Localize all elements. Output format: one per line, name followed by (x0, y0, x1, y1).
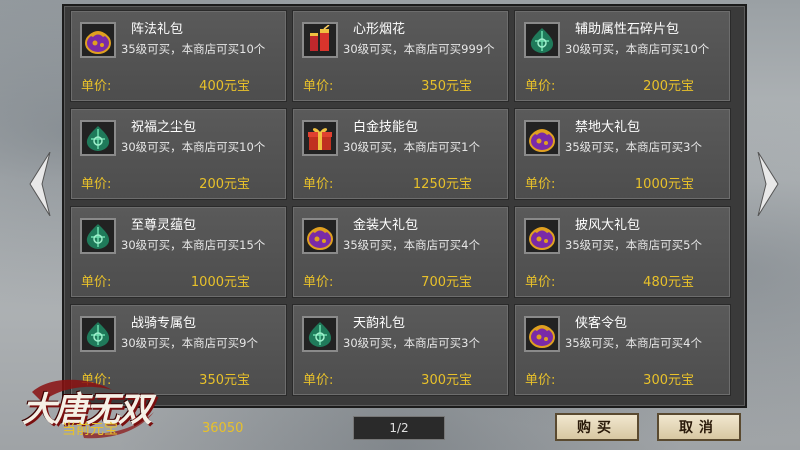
item-name: 禁地大礼包 (575, 120, 641, 135)
shop-item-card[interactable]: 祝福之尘包 30级可买，本商店可买10个单价: 200元宝 (70, 108, 287, 200)
green-bag-icon[interactable] (80, 316, 116, 352)
current-currency-label: 当前元宝 (62, 422, 118, 438)
next-page-arrow-icon[interactable] (756, 152, 780, 216)
price-label: 单价: (303, 177, 334, 192)
item-requirement: 35级可买，本商店可买4个 (565, 336, 702, 350)
item-requirement: 35级可买，本商店可买3个 (565, 140, 702, 154)
green-bag-icon[interactable] (80, 218, 116, 254)
shop-item-card[interactable]: 心形烟花 30级可买，本商店可买999个单价: 350元宝 (292, 10, 509, 102)
price-value: 480元宝 (643, 275, 694, 290)
item-requirement: 30级可买，本商店可买10个 (565, 42, 710, 56)
item-name: 辅助属性石碎片包 (575, 22, 680, 37)
item-requirement: 30级可买，本商店可买999个 (343, 42, 495, 56)
shop-item-card[interactable]: 辅助属性石碎片包 30级可买，本商店可买10个单价: 200元宝 (514, 10, 731, 102)
shop-item-card[interactable]: 阵法礼包 35级可买，本商店可买10个单价: 400元宝 (70, 10, 287, 102)
price-label: 单价: (525, 79, 556, 94)
price-label: 单价: (303, 79, 334, 94)
page-indicator: 1/2 (353, 416, 445, 440)
green-bag-icon[interactable] (80, 120, 116, 156)
item-name: 战骑专属包 (131, 316, 197, 331)
current-currency-value: 36050 (202, 421, 244, 436)
green-bag-icon[interactable] (302, 316, 338, 352)
price-label: 单价: (303, 275, 334, 290)
shop-item-card[interactable]: 天韵礼包 30级可买，本商店可买3个单价: 300元宝 (292, 304, 509, 396)
purple-gift-bag-icon[interactable] (524, 316, 560, 352)
price-value: 300元宝 (421, 373, 472, 388)
shop-item-card[interactable]: 披风大礼包 35级可买，本商店可买5个单价: 480元宝 (514, 206, 731, 298)
price-value: 200元宝 (643, 79, 694, 94)
price-label: 单价: (525, 275, 556, 290)
green-bag-icon[interactable] (524, 22, 560, 58)
buy-button[interactable]: 购买 (555, 413, 639, 441)
item-name: 心形烟花 (353, 22, 406, 37)
price-label: 单价: (303, 373, 334, 388)
shop-item-card[interactable]: 至尊灵蕴包 30级可买，本商店可买15个单价: 1000元宝 (70, 206, 287, 298)
gift-box-icon[interactable] (302, 120, 338, 156)
price-value: 1000元宝 (190, 275, 250, 290)
price-label: 单价: (81, 79, 112, 94)
price-value: 700元宝 (421, 275, 472, 290)
firework-icon[interactable] (302, 22, 338, 58)
shop-item-grid: 阵法礼包 35级可买，本商店可买10个单价: 400元宝 心形烟花 30级可买，本商店可… (70, 10, 731, 396)
purple-gift-bag-icon[interactable] (524, 218, 560, 254)
item-requirement: 35级可买，本商店可买4个 (343, 238, 480, 252)
previous-page-arrow-icon[interactable] (28, 152, 52, 216)
shop-item-card[interactable]: 金装大礼包 35级可买，本商店可买4个单价: 700元宝 (292, 206, 509, 298)
item-name: 阵法礼包 (131, 22, 184, 37)
shop-panel: 阵法礼包 35级可买，本商店可买10个单价: 400元宝 心形烟花 30级可买，本商店可… (62, 4, 747, 408)
item-requirement: 30级可买，本商店可买3个 (343, 336, 480, 350)
price-value: 350元宝 (199, 373, 250, 388)
price-value: 1250元宝 (412, 177, 472, 192)
item-name: 侠客令包 (575, 316, 628, 331)
price-value: 350元宝 (421, 79, 472, 94)
cancel-button[interactable]: 取消 (657, 413, 741, 441)
price-value: 1000元宝 (634, 177, 694, 192)
item-requirement: 30级可买，本商店可买10个 (121, 140, 266, 154)
item-requirement: 30级可买，本商店可买9个 (121, 336, 258, 350)
price-value: 200元宝 (199, 177, 250, 192)
item-requirement: 35级可买，本商店可买5个 (565, 238, 702, 252)
shop-item-card[interactable]: 侠客令包 35级可买，本商店可买4个单价: 300元宝 (514, 304, 731, 396)
price-value: 300元宝 (643, 373, 694, 388)
item-requirement: 30级可买，本商店可买1个 (343, 140, 480, 154)
item-requirement: 30级可买，本商店可买15个 (121, 238, 266, 252)
shop-item-card[interactable]: 禁地大礼包 35级可买，本商店可买3个单价: 1000元宝 (514, 108, 731, 200)
purple-gift-bag-icon[interactable] (524, 120, 560, 156)
price-label: 单价: (81, 275, 112, 290)
item-name: 金装大礼包 (353, 218, 419, 233)
price-label: 单价: (525, 177, 556, 192)
price-value: 400元宝 (199, 79, 250, 94)
item-name: 至尊灵蕴包 (131, 218, 197, 233)
price-label: 单价: (81, 177, 112, 192)
purple-gift-bag-icon[interactable] (302, 218, 338, 254)
purple-gift-bag-icon[interactable] (80, 22, 116, 58)
item-requirement: 35级可买，本商店可买10个 (121, 42, 266, 56)
item-name: 天韵礼包 (353, 316, 406, 331)
shop-item-card[interactable]: 白金技能包 30级可买，本商店可买1个单价: 1250元宝 (292, 108, 509, 200)
price-label: 单价: (525, 373, 556, 388)
item-name: 祝福之尘包 (131, 120, 197, 135)
item-name: 白金技能包 (353, 120, 419, 135)
item-name: 披风大礼包 (575, 218, 641, 233)
